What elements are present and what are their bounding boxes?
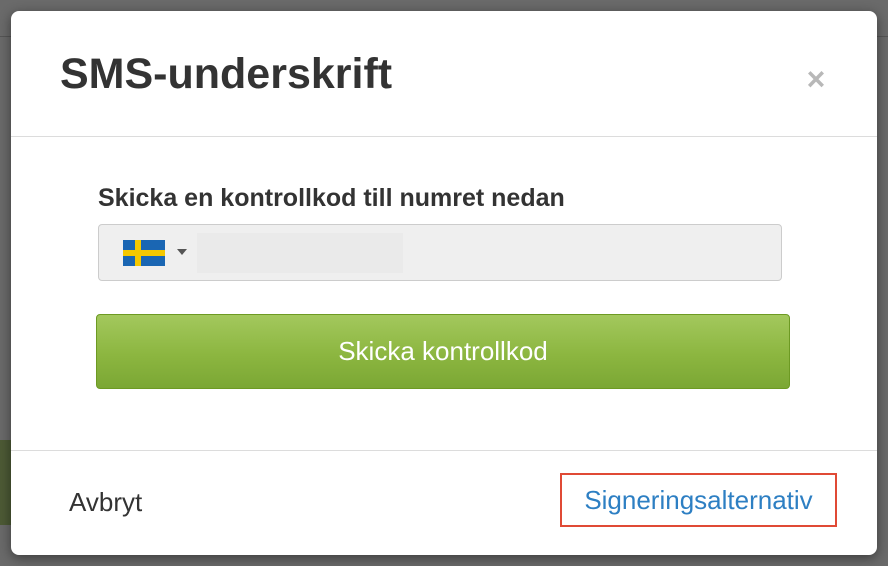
phone-label: Skicka en kontrollkod till numret nedan bbox=[98, 184, 565, 212]
phone-number-input[interactable] bbox=[197, 233, 403, 273]
country-selector[interactable] bbox=[99, 225, 197, 280]
modal-header: SMS-underskrift × bbox=[11, 11, 877, 137]
phone-field bbox=[98, 224, 782, 281]
cancel-button[interactable]: Avbryt bbox=[69, 487, 142, 517]
modal-title: SMS-underskrift bbox=[60, 50, 393, 98]
modal-footer: Avbryt Signeringsalternativ bbox=[11, 450, 877, 555]
modal-body: Skicka en kontrollkod till numret nedan … bbox=[11, 137, 877, 450]
sms-signature-modal: SMS-underskrift × Skicka en kontrollkod … bbox=[11, 11, 877, 555]
caret-down-icon bbox=[177, 249, 187, 255]
signing-options-link[interactable]: Signeringsalternativ bbox=[560, 473, 837, 527]
flag-sweden-icon bbox=[123, 240, 165, 266]
close-icon[interactable]: × bbox=[801, 63, 831, 95]
send-code-button[interactable]: Skicka kontrollkod bbox=[96, 314, 790, 389]
